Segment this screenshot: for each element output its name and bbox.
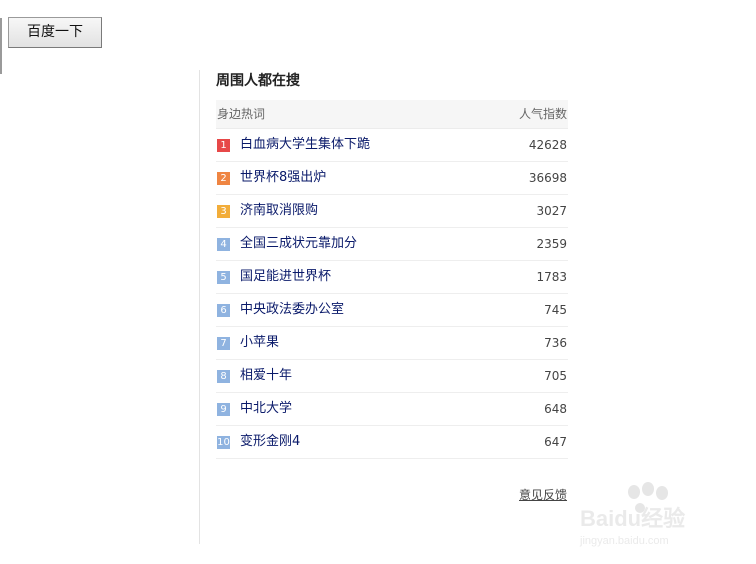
rank-badge: 1 — [217, 138, 230, 152]
hot-term-link[interactable]: 小苹果 — [240, 327, 544, 359]
popularity-score: 36698 — [528, 171, 567, 185]
rank-badge: 7 — [217, 336, 230, 350]
hot-term-row: 6 中央政法委办公室 745 — [216, 294, 568, 327]
left-edge-bar — [0, 18, 2, 74]
popularity-score: 2359 — [536, 237, 567, 251]
hot-term-link[interactable]: 中央政法委办公室 — [240, 294, 544, 326]
header-score-label: 人气指数 — [518, 107, 567, 121]
popularity-score: 647 — [544, 435, 567, 449]
baidu-search-button[interactable]: 百度一下 — [8, 17, 102, 48]
panel-divider — [199, 70, 200, 544]
baidu-jingyan-watermark: Baidu经验 jingyan.baidu.com — [579, 482, 685, 547]
hot-term-link[interactable]: 白血病大学生集体下跪 — [240, 129, 529, 161]
hot-term-row: 9 中北大学 648 — [216, 393, 568, 426]
page: 百度一下 周围人都在搜 身边热词 人气指数 1 白血病大学生集体下跪 42628… — [0, 0, 756, 564]
popularity-score: 745 — [544, 303, 567, 317]
header-term-label: 身边热词 — [217, 107, 266, 121]
watermark-brand: Baidu经验 — [580, 506, 685, 531]
hot-term-row: 8 相爱十年 705 — [216, 360, 568, 393]
rank-badge: 3 — [217, 204, 230, 218]
hot-term-link[interactable]: 变形金刚4 — [240, 426, 544, 458]
popularity-score: 648 — [544, 402, 567, 416]
popularity-score: 736 — [544, 336, 567, 350]
rank-badge: 4 — [217, 237, 230, 251]
hot-term-link[interactable]: 国足能进世界杯 — [240, 261, 536, 293]
hot-term-link[interactable]: 全国三成状元靠加分 — [240, 228, 536, 260]
popularity-score: 42628 — [528, 138, 567, 152]
feedback-link[interactable]: 意见反馈 — [519, 486, 567, 503]
popularity-score: 3027 — [536, 204, 567, 218]
hot-term-row: 1 白血病大学生集体下跪 42628 — [216, 129, 568, 162]
hot-term-row: 2 世界杯8强出炉 36698 — [216, 162, 568, 195]
hot-term-link[interactable]: 中北大学 — [240, 393, 544, 425]
hot-term-row: 7 小苹果 736 — [216, 327, 568, 360]
rank-badge: 8 — [217, 369, 230, 383]
panel-title: 周围人都在搜 — [216, 73, 300, 89]
list-header: 身边热词 人气指数 — [216, 100, 568, 129]
hot-term-link[interactable]: 济南取消限购 — [240, 195, 536, 227]
hot-term-link[interactable]: 世界杯8强出炉 — [240, 162, 529, 194]
rank-badge: 10 — [217, 435, 230, 449]
rank-badge: 9 — [217, 402, 230, 416]
hot-term-list: 1 白血病大学生集体下跪 42628 2 世界杯8强出炉 36698 3 济南取… — [216, 129, 568, 459]
hot-term-row: 4 全国三成状元靠加分 2359 — [216, 228, 568, 261]
watermark-url: jingyan.baidu.com — [579, 535, 669, 547]
rank-badge: 2 — [217, 171, 230, 185]
popularity-score: 705 — [544, 369, 567, 383]
hot-search-panel: 周围人都在搜 身边热词 人气指数 1 白血病大学生集体下跪 42628 2 世界… — [216, 66, 568, 459]
rank-badge: 5 — [217, 270, 230, 284]
rank-badge: 6 — [217, 303, 230, 317]
hot-term-row: 3 济南取消限购 3027 — [216, 195, 568, 228]
popularity-score: 1783 — [536, 270, 567, 284]
hot-term-row: 5 国足能进世界杯 1783 — [216, 261, 568, 294]
hot-term-link[interactable]: 相爱十年 — [240, 360, 544, 392]
hot-term-row: 10 变形金刚4 647 — [216, 426, 568, 459]
